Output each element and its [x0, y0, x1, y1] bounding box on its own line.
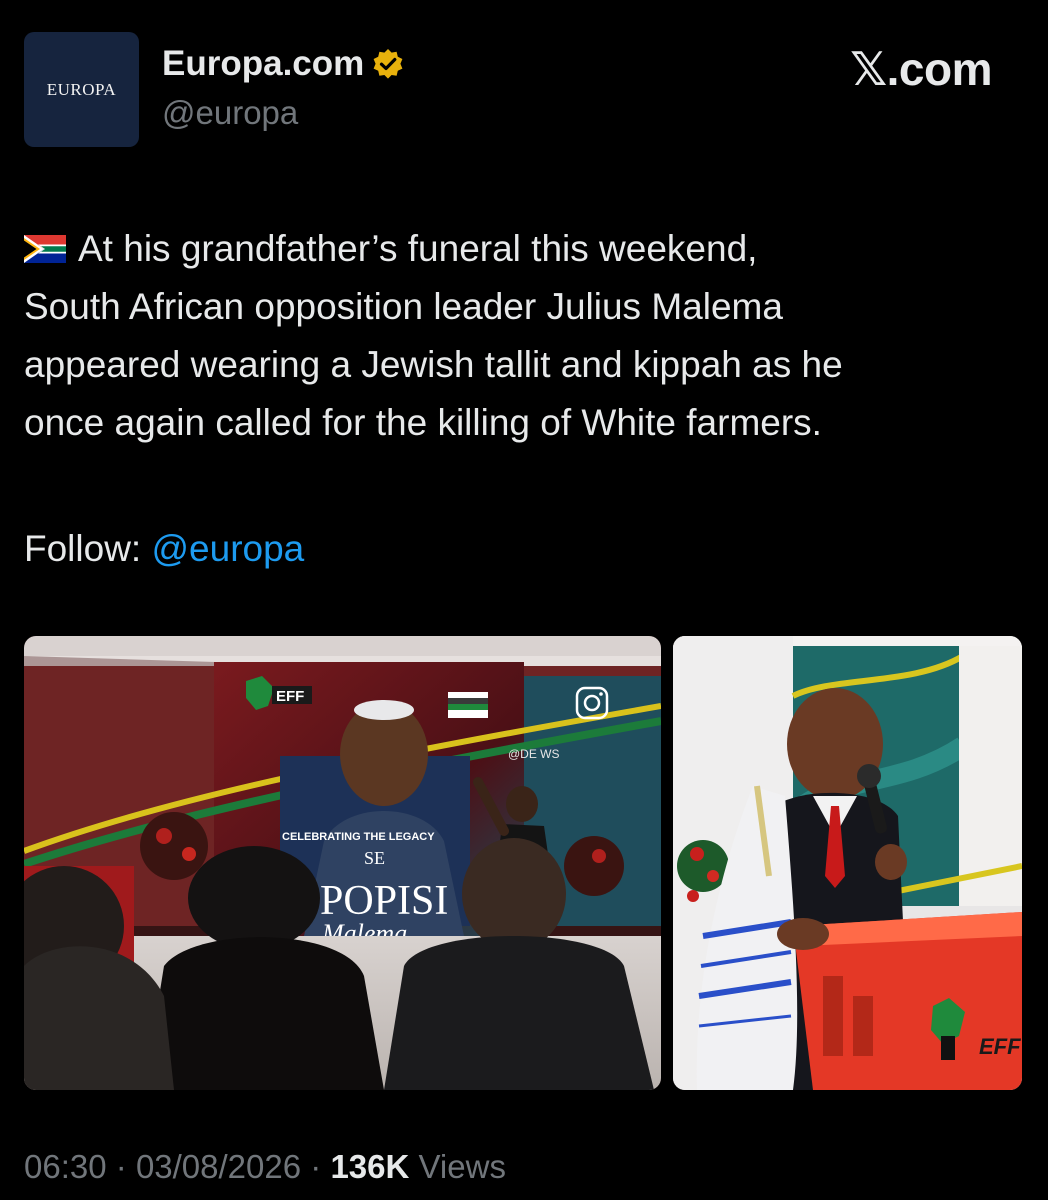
podium-text: EFF: [979, 1034, 1021, 1059]
tweet-line-text: At his grandfather’s funeral this weeken…: [78, 228, 758, 269]
banner-line-2: SE: [364, 848, 385, 868]
media-photo-left[interactable]: EFF @DE WS CELEBRATING THE LEGACY SE POP…: [24, 636, 661, 1090]
banner-line-1: CELEBRATING THE LEGACY: [282, 831, 435, 843]
watermark-text: @DE WS: [508, 747, 560, 761]
follow-label: Follow:: [24, 528, 152, 569]
tweet-footer: 06:30 · 03/08/2026 · 136K Views: [24, 1150, 506, 1183]
tweet-date[interactable]: 03/08/2026: [136, 1148, 301, 1185]
views-count: 136K: [330, 1148, 410, 1185]
x-com-brand: 𝕏.com: [850, 43, 992, 95]
banner-line-3: POPISI: [320, 878, 448, 924]
tweet-line-3: appeared wearing a Jewish tallit and kip…: [24, 344, 843, 385]
tweet-line-2: South African opposition leader Julius M…: [24, 286, 783, 327]
eff-logo-text: EFF: [276, 688, 304, 705]
tweet-line-4: once again called for the killing of Whi…: [24, 402, 822, 443]
footer-separator: ·: [310, 1148, 322, 1185]
avatar-text: EUROPA: [46, 79, 117, 99]
verified-badge-icon: [372, 48, 404, 80]
follow-link[interactable]: @europa: [151, 528, 304, 569]
footer-separator: ·: [115, 1148, 127, 1185]
tweet-text: At his grandfather’s funeral this weeken…: [24, 220, 1024, 452]
tweet-line-1: At his grandfather’s funeral this weeken…: [24, 220, 1024, 278]
follow-line: Follow: @europa: [24, 520, 304, 578]
views-label: Views: [418, 1148, 506, 1185]
tweet-time[interactable]: 06:30: [24, 1148, 107, 1185]
display-name[interactable]: Europa.com: [162, 46, 364, 81]
media-photo-right[interactable]: EFF: [673, 636, 1022, 1090]
south-africa-flag-icon: [24, 222, 66, 263]
account-name-row[interactable]: Europa.com: [162, 46, 404, 81]
account-handle[interactable]: @europa: [162, 96, 298, 129]
account-avatar[interactable]: EUROPA: [24, 32, 139, 147]
